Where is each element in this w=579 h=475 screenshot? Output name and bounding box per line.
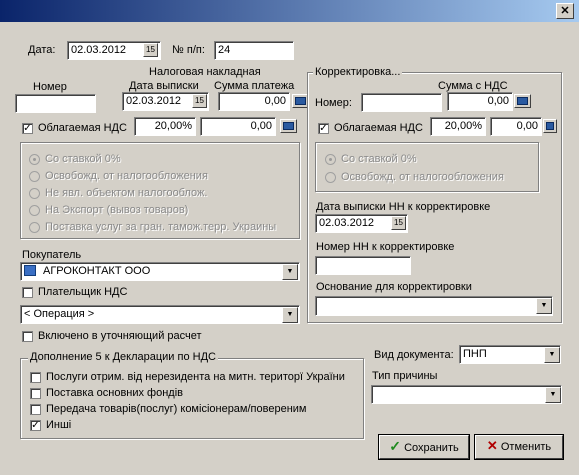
included-checkbox[interactable] (22, 331, 33, 342)
correction-basis-select[interactable] (315, 296, 553, 316)
doc-type-value: ПНП (463, 348, 487, 360)
correction-rate-option-1: Освобожд. от налогообложения (341, 171, 504, 183)
correction-date-picker-icon[interactable]: 15 (391, 216, 406, 230)
vat-label: Облагаемая НДС (38, 122, 127, 134)
vat-rate-value: 20,00% (154, 120, 192, 132)
correction-basis-dropdown-icon[interactable]: ▼ (536, 298, 552, 314)
supplement-checkbox-1[interactable] (30, 388, 41, 399)
rate-radio-0 (29, 154, 40, 165)
date-picker-icon[interactable]: 15 (143, 43, 158, 57)
x-icon: ✕ (486, 438, 498, 453)
checkmark-icon: ✓ (319, 123, 328, 134)
supplement-checkbox-2[interactable] (30, 404, 41, 415)
save-button[interactable]: ✓ Сохранить (379, 435, 469, 459)
supplement-title: Дополнение 5 к Декларации по НДС (28, 351, 218, 363)
checkmark-icon: ✓ (31, 420, 40, 431)
supplement-item-3: Инші (46, 419, 72, 431)
number-field[interactable]: 24 (214, 41, 294, 60)
supplement-item-0: Послуги отрим. від нерезидента на митн. … (46, 371, 345, 383)
correction-rate-radio-0 (325, 154, 336, 165)
vat-payer-label: Плательщик НДС (38, 286, 128, 298)
doc-type-dropdown-icon[interactable]: ▼ (544, 347, 560, 363)
supplement-checkbox-3[interactable]: ✓ (30, 420, 41, 431)
correction-title: Корректировка... (313, 66, 403, 78)
vat-calculator-icon[interactable] (280, 119, 297, 133)
correction-vat-label: Облагаемая НДС (334, 122, 423, 134)
buyer-select[interactable]: АГРОКОНТАКТ ООО (20, 262, 300, 281)
correction-rate-option-0: Со ставкой 0% (341, 153, 417, 165)
date-label: Дата: (28, 44, 56, 56)
correction-nn-number-input[interactable] (315, 256, 411, 275)
reason-type-dropdown-icon[interactable]: ▼ (545, 387, 561, 403)
rate-radio-3 (29, 205, 40, 216)
buyer-dropdown-icon[interactable]: ▼ (282, 264, 298, 280)
cancel-button-label: Отменить (500, 441, 552, 453)
vat-amount-value: 0,00 (250, 120, 272, 132)
correction-vat-calculator-icon[interactable] (543, 119, 557, 133)
correction-sum-value: 0,00 (487, 95, 509, 107)
correction-sum-input[interactable]: 0,00 (447, 92, 513, 111)
correction-nn-number-label: Номер НН к корректировке (316, 241, 455, 253)
supplement-checkbox-0[interactable] (30, 372, 41, 383)
reason-type-select[interactable] (371, 385, 562, 404)
correction-vat-rate-input[interactable]: 20,00% (430, 117, 486, 136)
vat-amount-input[interactable]: 0,00 (200, 117, 276, 136)
correction-number-label: Номер: (315, 97, 352, 109)
correction-vat-checkbox[interactable]: ✓ (318, 123, 329, 134)
vat-checkbox[interactable]: ✓ (22, 123, 33, 134)
correction-rate-group (315, 142, 539, 192)
issue-date-picker-icon[interactable]: 15 (192, 94, 207, 108)
vat-payer-checkbox[interactable] (22, 287, 33, 298)
correction-date-label: Дата выписки НН к корректировке (316, 201, 491, 213)
checkmark-icon: ✓ (23, 123, 32, 134)
buyer-value: АГРОКОНТАКТ ООО (43, 265, 151, 277)
buyer-label: Покупатель (22, 249, 82, 261)
reason-type-label: Тип причины (372, 370, 438, 382)
building-icon (24, 265, 36, 276)
supplement-item-2: Передача товарів(послуг) комісіонерам/по… (46, 403, 307, 415)
rate-radio-1 (29, 171, 40, 182)
save-button-label: Сохранить (404, 442, 459, 454)
supplement-item-1: Поставка основних фондів (46, 387, 184, 399)
close-button[interactable]: ✕ (556, 3, 574, 19)
title-bar (0, 0, 579, 22)
correction-vat-amount-input[interactable]: 0,00 (490, 117, 542, 136)
doc-type-label: Вид документа: (374, 349, 454, 361)
correction-date-value: 02.03.2012 (319, 217, 375, 229)
payment-sum-input[interactable]: 0,00 (218, 92, 290, 111)
vat-rate-input[interactable]: 20,00% (134, 117, 196, 136)
date-value: 02.03.2012 (71, 44, 127, 56)
correction-sum-label: Сумма с НДС (438, 80, 508, 92)
invoice-number-label: Номер (33, 81, 67, 93)
correction-rate-radio-1 (325, 172, 336, 183)
rate-radio-2 (29, 188, 40, 199)
rate-option-0: Со ставкой 0% (45, 153, 121, 165)
correction-vat-amount-value: 0,00 (516, 120, 538, 132)
included-label: Включено в уточняющий расчет (38, 330, 202, 342)
operation-select[interactable]: < Операция > (20, 305, 300, 324)
operation-dropdown-icon[interactable]: ▼ (282, 307, 298, 323)
correction-vat-rate-value: 20,00% (444, 120, 482, 132)
correction-calculator-icon[interactable] (514, 94, 531, 108)
number-label: № п/п: (172, 44, 205, 56)
correction-basis-label: Основание для корректировки (316, 281, 472, 293)
operation-value: < Операция > (24, 308, 95, 320)
check-icon: ✓ (389, 438, 401, 454)
cancel-button[interactable]: ✕ Отменить (475, 435, 563, 459)
rate-radio-4 (29, 222, 40, 233)
rate-option-2: Не явл. объектом налогооблож. (45, 187, 208, 199)
correction-number-input[interactable] (361, 93, 442, 112)
rate-option-1: Освобожд. от налогообложения (45, 170, 208, 182)
invoice-number-input[interactable] (15, 94, 96, 113)
payment-sum-label: Сумма платежа (214, 80, 295, 92)
tax-invoice-title: Налоговая накладная (149, 66, 261, 78)
close-icon: ✕ (560, 5, 570, 17)
payment-sum-value: 0,00 (264, 95, 286, 107)
number-value: 24 (218, 44, 231, 56)
issue-date-value: 02.03.2012 (126, 95, 182, 107)
rate-option-4: Поставка услуг за гран. тамож.терр. Укра… (45, 221, 277, 233)
rate-option-3: На Экспорт (вывоз товаров) (45, 204, 189, 216)
issue-date-label: Дата выписки (129, 80, 199, 92)
